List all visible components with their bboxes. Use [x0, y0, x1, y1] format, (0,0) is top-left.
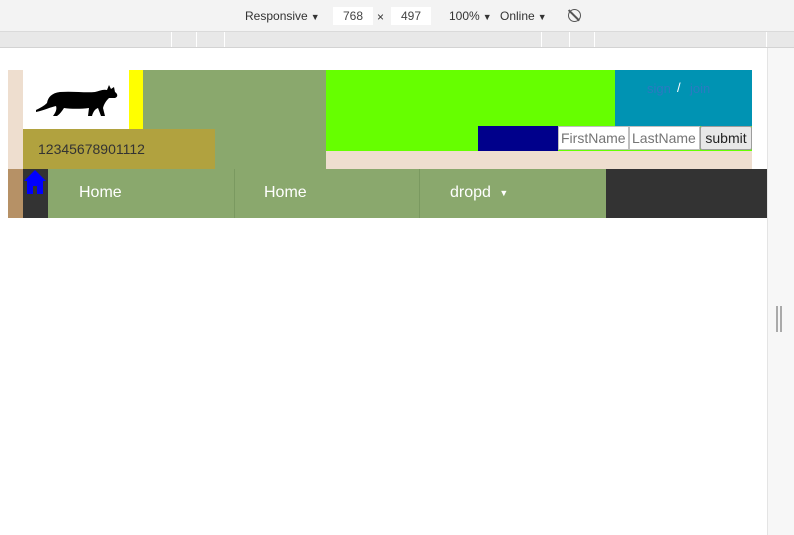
- home-icon: [24, 170, 46, 194]
- device-mode-select[interactable]: Responsive ▼: [245, 9, 320, 23]
- account-links-box: sign / join: [615, 70, 752, 126]
- submit-button[interactable]: submit: [700, 126, 752, 150]
- link-separator: /: [677, 80, 681, 95]
- width-input[interactable]: 768: [333, 7, 373, 25]
- caret-down-icon: ▼: [499, 188, 509, 198]
- nav-home-2[interactable]: Home: [264, 169, 307, 218]
- cat-logo-icon: [36, 85, 118, 116]
- network-throttle-select[interactable]: Online ▼: [500, 9, 547, 23]
- ruler-segment[interactable]: [766, 32, 767, 47]
- rotate-icon[interactable]: [568, 9, 581, 22]
- yellow-stripe: [129, 70, 143, 129]
- nav-dropdown[interactable]: dropd ▼: [450, 169, 508, 218]
- dimension-separator: ×: [377, 10, 385, 24]
- logo[interactable]: [23, 70, 129, 129]
- ruler-segment[interactable]: [594, 32, 595, 47]
- caret-down-icon: ▼: [537, 12, 547, 22]
- devtools-toolbar: Responsive ▼ 768 × 497 100% ▼ Online ▼: [0, 0, 794, 32]
- nav-items-bg: [48, 169, 606, 218]
- nav-divider: [419, 169, 420, 218]
- resize-handle-area: [767, 48, 794, 535]
- sign-in-link[interactable]: sign: [647, 81, 671, 96]
- ruler-segment[interactable]: [171, 32, 172, 47]
- emulated-page: 12345678901112 sign / join submit Home H…: [8, 70, 767, 535]
- caret-down-icon: ▼: [482, 12, 492, 22]
- ruler-segment[interactable]: [541, 32, 542, 47]
- zoom-label: 100%: [449, 9, 480, 23]
- navy-box: [478, 126, 558, 151]
- zoom-select[interactable]: 100% ▼: [449, 9, 492, 23]
- nav-home-1[interactable]: Home: [79, 169, 122, 218]
- network-label: Online: [500, 9, 535, 23]
- height-input[interactable]: 497: [391, 7, 431, 25]
- left-strip: [8, 70, 23, 169]
- header-beige-band: [326, 151, 752, 169]
- phone-number: 12345678901112: [38, 141, 145, 157]
- caret-down-icon: ▼: [310, 12, 320, 22]
- firstname-input[interactable]: [558, 126, 629, 150]
- nav-divider: [234, 169, 235, 218]
- ruler-segment[interactable]: [569, 32, 570, 47]
- ruler-segment[interactable]: [196, 32, 197, 47]
- nav-dropdown-label: dropd: [450, 184, 491, 201]
- home-icon-link[interactable]: [23, 169, 48, 218]
- device-mode-label: Responsive: [245, 9, 308, 23]
- media-query-ruler: [0, 32, 794, 48]
- phone-box: 12345678901112: [23, 129, 215, 169]
- lastname-input[interactable]: [629, 126, 700, 150]
- ruler-segment[interactable]: [224, 32, 225, 47]
- navbar-left-edge: [8, 169, 23, 218]
- join-link[interactable]: join: [690, 81, 710, 96]
- resize-grip-icon[interactable]: [776, 306, 782, 332]
